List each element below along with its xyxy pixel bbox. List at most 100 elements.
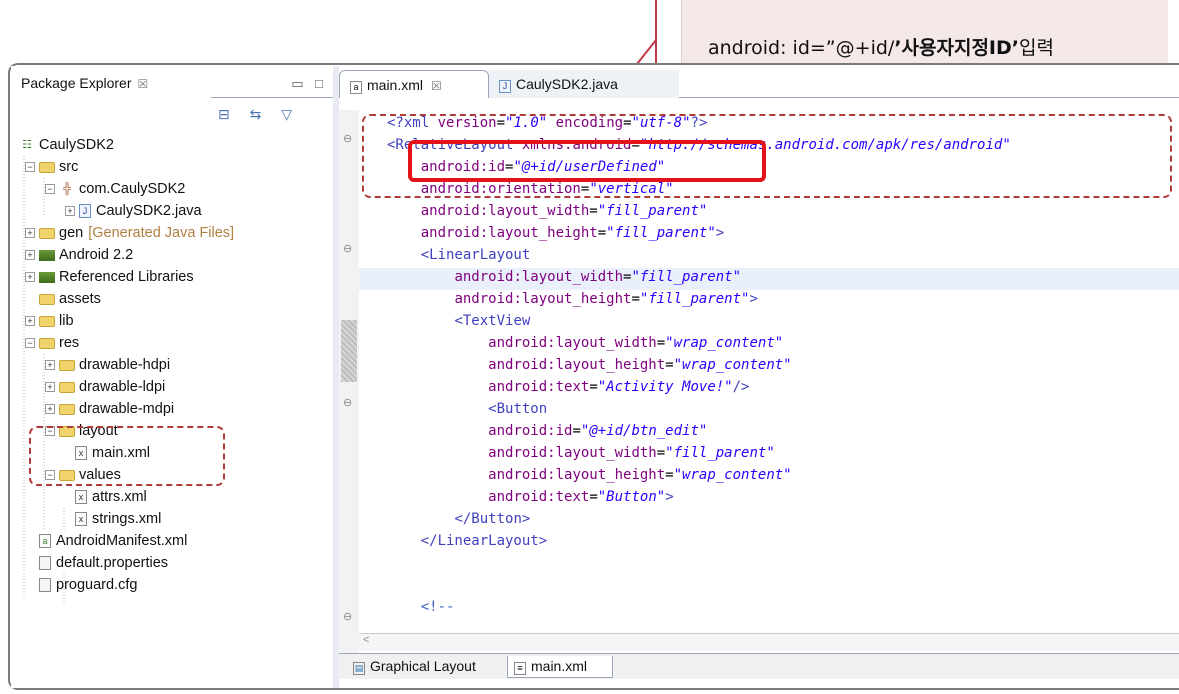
tree-item-label: drawable-hdpi [79, 357, 171, 373]
tab-graphical-layout[interactable]: ▤ Graphical Layout [347, 656, 505, 678]
tree-item-android-2-2[interactable]: + Android 2.2 [25, 244, 133, 266]
expand-icon[interactable]: + [45, 404, 55, 414]
tree-item-src[interactable]: − src [25, 156, 78, 178]
code-line[interactable]: <Button [387, 398, 547, 420]
folder-icon [39, 293, 55, 305]
code-line[interactable]: android:layout_height="fill_parent"> [387, 288, 757, 310]
tree-item-res[interactable]: − res [25, 332, 79, 354]
expand-icon[interactable]: + [25, 272, 35, 282]
tree-item-label: proguard.cfg [56, 577, 138, 593]
xml-source-icon: ≡ [514, 662, 526, 675]
tree-item-drawable-mdpi[interactable]: + drawable-mdpi [45, 398, 174, 420]
expand-icon[interactable]: + [65, 206, 75, 216]
tree-item-assets[interactable]: assets [39, 288, 101, 310]
tab-main-xml-source[interactable]: ≡ main.xml [507, 656, 613, 678]
folder-icon [59, 359, 75, 371]
tree-item-lib[interactable]: + lib [25, 310, 74, 332]
code-line[interactable]: android:layout_width="fill_parent" [387, 266, 741, 288]
code-line[interactable]: <!-- [387, 596, 455, 618]
tab-label: main.xml [531, 658, 588, 674]
tree-item-strings-xml[interactable]: x strings.xml [75, 508, 161, 530]
xml-file-icon: x [75, 512, 87, 526]
code-line[interactable]: android:layout_height="wrap_content" [387, 354, 791, 376]
folder-icon [59, 403, 75, 415]
text-file-icon [39, 578, 51, 592]
package-explorer-tab[interactable]: Package Explorer ☒ [11, 70, 211, 98]
tree-item-gen[interactable]: + gen [Generated Java Files] [25, 222, 234, 244]
code-line[interactable]: </Button> [387, 508, 530, 530]
graphical-layout-icon: ▤ [353, 662, 365, 675]
minimize-maximize-icon[interactable]: ▭ □ [291, 76, 327, 92]
tree-item-proguard-cfg[interactable]: proguard.cfg [39, 574, 137, 596]
collapse-icon[interactable]: − [45, 184, 55, 194]
tab-label: CaulySDK2.java [516, 76, 618, 92]
tree-item-caulysdk2-java[interactable]: + J CaulySDK2.java [65, 200, 202, 222]
editor-bottom-tabs: ▤ Graphical Layout ≡ main.xml [339, 653, 1179, 679]
source-folder-icon [39, 161, 55, 173]
expand-icon[interactable]: + [25, 250, 35, 260]
source-folder-icon [39, 227, 55, 239]
expand-icon[interactable]: + [45, 382, 55, 392]
library-icon [39, 249, 55, 261]
library-icon [39, 271, 55, 283]
code-line[interactable]: android:layout_height="wrap_content" [387, 464, 791, 486]
tree-item-android-manifest[interactable]: a AndroidManifest.xml [39, 530, 187, 552]
java-file-icon: J [499, 80, 511, 93]
tree-item-label: drawable-ldpi [79, 379, 166, 395]
code-line[interactable]: android:layout_height="fill_parent"> [387, 222, 724, 244]
code-line[interactable]: android:layout_width="wrap_content" [387, 332, 783, 354]
folder-icon [39, 337, 55, 349]
tree-item-attrs-xml[interactable]: x attrs.xml [75, 486, 147, 508]
expand-icon[interactable]: + [25, 228, 35, 238]
tree-item-label: src [59, 159, 79, 175]
tab-caulysdk2-java[interactable]: J CaulySDK2.java [489, 70, 679, 98]
layout-highlight-box [29, 426, 225, 486]
collapse-icon[interactable]: − [25, 162, 35, 172]
tab-main-xml[interactable]: a main.xml ☒ [339, 70, 489, 98]
tree-item-caulysdk2[interactable]: ☷ CaulySDK2 [19, 134, 114, 156]
xml-file-icon: a [350, 81, 362, 94]
tree-item-label: strings.xml [92, 511, 162, 527]
code-line[interactable]: android:id="@+id/btn_edit" [387, 420, 707, 442]
horizontal-scrollbar[interactable]: < [359, 633, 1179, 651]
tree-item-drawable-ldpi[interactable]: + drawable-ldpi [45, 376, 165, 398]
code-line[interactable]: <LinearLayout [387, 244, 531, 266]
tree-item-label: lib [59, 313, 74, 329]
close-icon[interactable]: ☒ [431, 79, 442, 93]
expand-icon[interactable]: + [45, 360, 55, 370]
folder-icon [59, 381, 75, 393]
tree-item-label: com.CaulySDK2 [79, 181, 186, 197]
tree-item-label: CaulySDK2.java [96, 203, 202, 219]
tab-label: Graphical Layout [370, 658, 476, 674]
tree-item-default-properties[interactable]: default.properties [39, 552, 168, 574]
tree-item-drawable-hdpi[interactable]: + drawable-hdpi [45, 354, 170, 376]
code-line[interactable]: </LinearLayout> [387, 530, 547, 552]
annotation-prefix: android: id=”@+id/ [708, 37, 895, 59]
fold-icon[interactable]: ⊖ [343, 396, 359, 409]
tree-item-label: CaulySDK2 [39, 137, 114, 153]
code-line[interactable]: android:layout_width="fill_parent" [387, 442, 775, 464]
tree-item-package[interactable]: − ╬ com.CaulySDK2 [45, 178, 185, 200]
editor-gutter: ⊖ ⊖ ⊖ ⊖ [339, 110, 359, 660]
annotation-bold: ’사용자지정ID’ [894, 37, 1019, 59]
expand-icon[interactable]: + [25, 316, 35, 326]
generated-files-note: [Generated Java Files] [88, 225, 235, 241]
tab-label: main.xml [367, 77, 424, 93]
text-file-icon [39, 556, 51, 570]
fold-icon[interactable]: ⊖ [343, 610, 359, 623]
fold-icon[interactable]: ⊖ [343, 242, 359, 255]
code-line[interactable]: <TextView [387, 310, 530, 332]
fold-icon[interactable]: ⊖ [343, 132, 359, 145]
package-explorer-toolbar[interactable]: ⊟ ⇆ ▽ [218, 106, 333, 128]
collapse-icon[interactable]: − [25, 338, 35, 348]
java-file-icon: J [79, 204, 91, 218]
close-icon[interactable]: ☒ [138, 77, 149, 91]
android-project-icon: ☷ [22, 139, 32, 151]
userdefined-id-highlight-box [408, 140, 766, 182]
code-line[interactable]: android:text="Activity Move!"/> [387, 376, 749, 398]
package-explorer-title: Package Explorer [21, 75, 132, 91]
code-line[interactable]: android:text="Button"> [387, 486, 673, 508]
code-line[interactable]: android:layout_width="fill_parent" [387, 200, 708, 222]
tree-item-referenced-libraries[interactable]: + Referenced Libraries [25, 266, 194, 288]
tree-item-label: res [59, 335, 80, 351]
